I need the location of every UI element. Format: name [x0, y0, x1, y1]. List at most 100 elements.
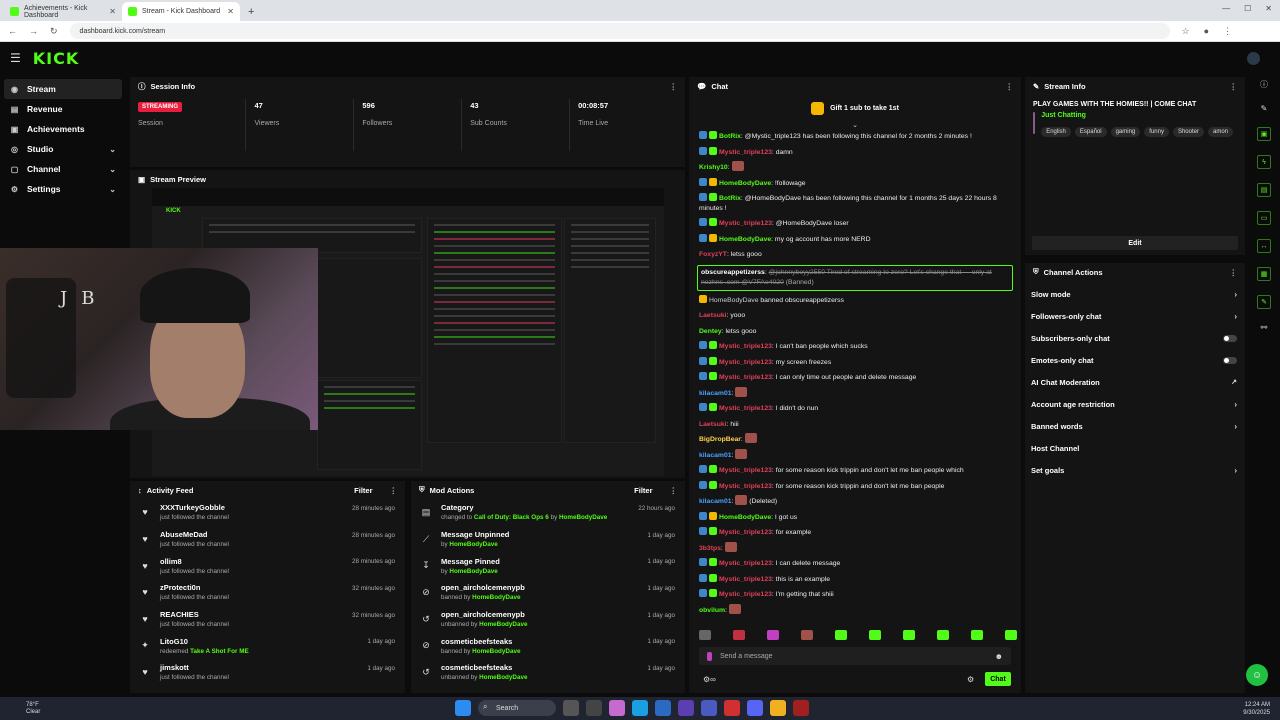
more-options-icon[interactable]: ⋮ [670, 486, 678, 495]
app-icon[interactable] [793, 700, 809, 716]
chat-username[interactable]: Mystic_triple123 [719, 483, 772, 490]
user-avatar[interactable] [1247, 52, 1260, 65]
app-icon[interactable] [678, 700, 694, 716]
stream-category[interactable]: Just Chatting [1041, 112, 1237, 119]
emote-icon[interactable] [835, 630, 847, 640]
chat-username[interactable]: Mystic_triple123 [719, 149, 772, 156]
activity-user[interactable]: zProtecti0n [160, 583, 229, 592]
more-options-icon[interactable]: ⋮ [390, 486, 398, 495]
chat-username[interactable]: Laetsuki [699, 421, 727, 428]
mod-action-by[interactable]: HomeBodyDave [472, 594, 520, 601]
chat-username[interactable]: Mystic_triple123 [719, 359, 772, 366]
stream-tag[interactable]: Shooter [1172, 127, 1204, 137]
forward-icon[interactable]: → [29, 26, 38, 36]
activity-user[interactable]: ollim8 [160, 557, 229, 566]
more-options-icon[interactable]: ⋮ [1230, 82, 1238, 91]
more-options-icon[interactable]: ⋮ [1006, 82, 1014, 91]
channel-action-set-goals[interactable]: Set goals › [1025, 459, 1245, 481]
chat-username[interactable]: 3b3tps [699, 545, 721, 552]
channel-action-account-age-restriction[interactable]: Account age restriction › [1025, 393, 1245, 415]
chat-username[interactable]: obscureappetizerss [701, 269, 765, 276]
sidebar-item-channel[interactable]: ▢ Channel ⌄ [0, 159, 126, 179]
mod-action-by[interactable]: HomeBodyDave [479, 674, 527, 681]
chat-username[interactable]: Mystic_triple123 [719, 591, 772, 598]
activity-user[interactable]: REACHIES [160, 610, 229, 619]
chat-username[interactable]: HomeBodyDave [719, 180, 771, 187]
youtube-icon[interactable] [724, 700, 740, 716]
teams-icon[interactable] [701, 700, 717, 716]
close-icon[interactable]: ✕ [227, 7, 234, 16]
wrench-icon[interactable]: ✎ [1257, 295, 1271, 309]
close-icon[interactable]: ✕ [109, 7, 116, 16]
sidebar-item-achievements[interactable]: ▣ Achievements [0, 119, 126, 139]
more-options-icon[interactable]: ⋮ [1230, 268, 1238, 277]
stream-tag[interactable]: funny [1144, 127, 1169, 137]
windows-start-icon[interactable] [455, 700, 471, 716]
chat-username[interactable]: BotRix [719, 195, 741, 202]
chat-username[interactable]: HomeBodyDave [719, 236, 771, 243]
emote-icon[interactable] [869, 630, 881, 640]
chat-username[interactable]: Dentey [699, 328, 722, 335]
edge-icon[interactable] [632, 700, 648, 716]
activity-user[interactable]: jimskott [160, 663, 229, 672]
chat-username[interactable]: kilacam01 [699, 498, 732, 505]
chat-username[interactable]: Mystic_triple123 [719, 343, 772, 350]
chat-username[interactable]: HomeBodyDave [719, 514, 771, 521]
chat-username[interactable]: obvilum [699, 607, 725, 614]
chat-username[interactable]: Krishy10 [699, 164, 728, 171]
stream-tag[interactable]: gaming [1110, 127, 1141, 137]
lightning-icon[interactable]: ϟ [1257, 155, 1271, 169]
mod-action-by[interactable]: HomeBodyDave [449, 568, 497, 575]
chat-username[interactable]: Mystic_triple123 [719, 220, 772, 227]
chat-username[interactable]: Mystic_triple123 [719, 374, 772, 381]
profile-icon[interactable]: ● [1204, 26, 1209, 37]
maximize-icon[interactable]: ☐ [1244, 4, 1251, 13]
minimize-icon[interactable]: — [1222, 4, 1230, 13]
grid-icon[interactable]: ▦ [1257, 267, 1271, 281]
link-icon[interactable]: ↔ [1257, 239, 1271, 253]
channel-action-slow-mode[interactable]: Slow mode › [1025, 283, 1245, 305]
stream-tag[interactable]: amon [1207, 127, 1233, 137]
chat-input[interactable]: Send a message ☻ [699, 647, 1011, 665]
toggle-switch[interactable] [1223, 356, 1237, 364]
hamburger-menu-icon[interactable]: ☰ [10, 51, 21, 65]
channel-action-ai-chat-moderation[interactable]: AI Chat Moderation ↗ [1025, 371, 1245, 393]
help-chat-fab[interactable]: ☺ [1246, 664, 1268, 686]
channel-action-followers-only-chat[interactable]: Followers-only chat › [1025, 305, 1245, 327]
stream-tag[interactable]: English [1041, 127, 1071, 137]
activity-user[interactable]: AbuseMeDad [160, 530, 229, 539]
channel-action-emotes-only-chat[interactable]: Emotes-only chat [1025, 349, 1245, 371]
chrome-icon[interactable] [770, 700, 786, 716]
chat-username[interactable]: kilacam01 [699, 390, 732, 397]
share-icon[interactable]: ⚯ [1252, 323, 1276, 332]
info-icon[interactable]: ⓘ [1252, 79, 1276, 90]
chat-username[interactable]: Laetsuki [699, 312, 727, 319]
sidebar-item-stream[interactable]: ◉ Stream [4, 79, 122, 99]
pinned-chevron-icon[interactable]: ⌄ [689, 121, 1021, 129]
gift-sub-banner[interactable]: Gift 1 sub to take 1st [689, 95, 1021, 121]
menu-dots-icon[interactable]: ⋮ [1223, 26, 1232, 37]
mod-action-by[interactable]: HomeBodyDave [479, 621, 527, 628]
emote-icon[interactable] [1005, 630, 1017, 640]
weather-widget[interactable]: 78°F Clear [26, 702, 40, 716]
activity-user[interactable]: LitoG10 [160, 637, 249, 646]
document-icon[interactable]: ▤ [1257, 183, 1271, 197]
message-icon[interactable]: ▭ [1257, 211, 1271, 225]
app-icon[interactable] [586, 700, 602, 716]
layout-icon[interactable]: ▣ [1257, 127, 1271, 141]
system-clock[interactable]: 12:24 AM 9/30/2025 [1243, 701, 1270, 717]
chat-username[interactable]: Mystic_triple123 [719, 576, 772, 583]
reload-icon[interactable]: ↻ [50, 26, 58, 37]
taskbar-search[interactable]: ⌕ Search [478, 700, 556, 716]
filter-button[interactable]: Filter [354, 486, 372, 495]
browser-tab-achievements[interactable]: Achievements - Kick Dashboard ✕ [4, 2, 122, 21]
close-window-icon[interactable]: ✕ [1265, 4, 1272, 13]
chat-username[interactable]: BigDropBear [699, 436, 741, 443]
chat-username[interactable]: FoxyzYT [699, 251, 727, 258]
emote-icon[interactable] [699, 630, 711, 640]
sidebar-item-settings[interactable]: ⚙ Settings ⌄ [0, 179, 126, 199]
emote-icon[interactable] [903, 630, 915, 640]
channel-action-banned-words[interactable]: Banned words › [1025, 415, 1245, 437]
app-icon[interactable] [609, 700, 625, 716]
emote-icon[interactable] [733, 630, 745, 640]
